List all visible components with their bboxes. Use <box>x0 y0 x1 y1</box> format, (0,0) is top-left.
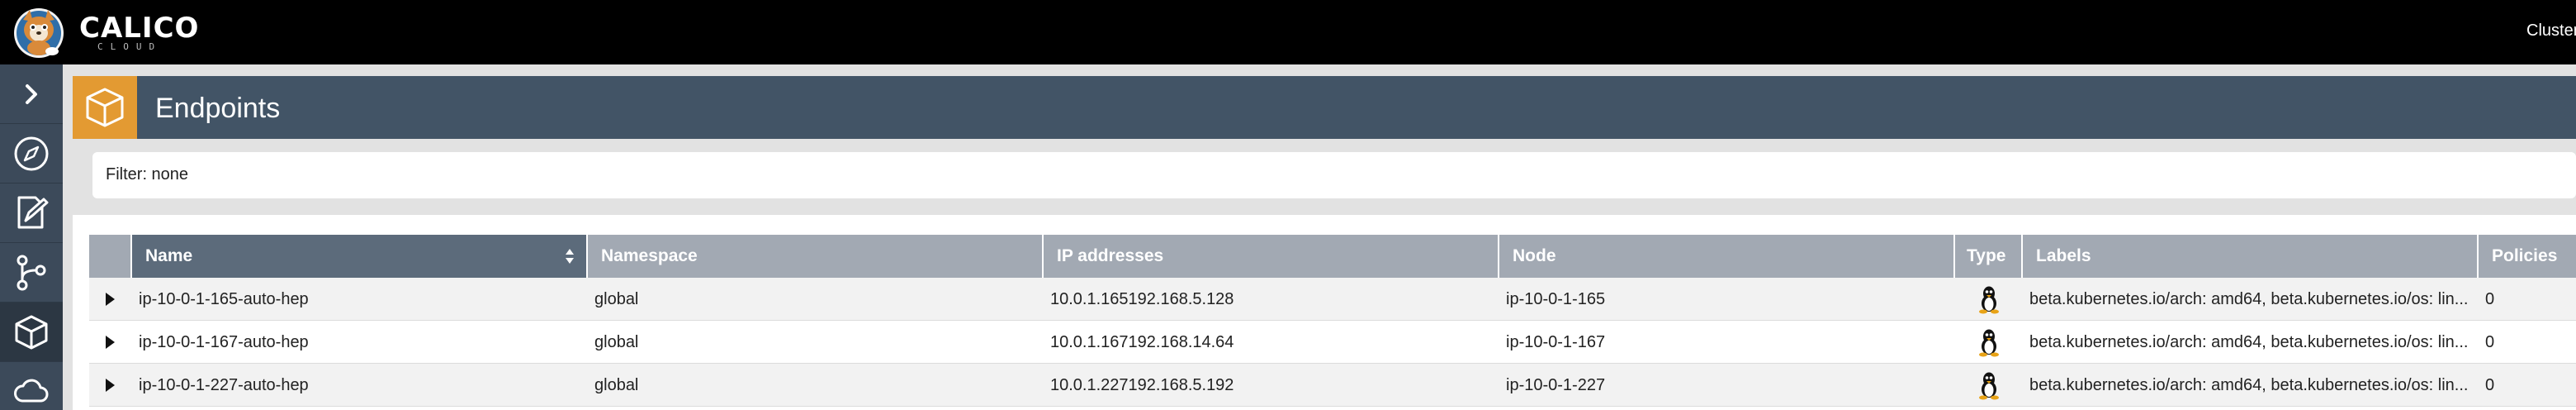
logo-subtitle: CLOUD <box>97 41 163 52</box>
cell-policies: 0 <box>2485 333 2495 351</box>
header-icon-box <box>73 76 137 139</box>
calico-cat-logo-icon <box>14 8 64 58</box>
column-header-type[interactable]: Type <box>1955 235 2023 278</box>
sidebar-item-policies[interactable] <box>0 184 63 243</box>
sidebar-item-endpoints[interactable] <box>0 303 63 362</box>
cell-ip-addresses: 10.0.1.167192.168.14.64 <box>1050 333 1234 351</box>
cell-node: ip-10-0-1-165 <box>1506 290 1606 308</box>
cell-name: ip-10-0-1-227-auto-hep <box>139 376 309 394</box>
column-header-label: Labels <box>2036 246 2091 265</box>
page-title: Endpoints <box>155 93 281 124</box>
cell-name: ip-10-0-1-165-auto-hep <box>139 290 309 308</box>
column-header-ip-addresses[interactable]: IP addresses <box>1044 235 1499 278</box>
cell-node: ip-10-0-1-167 <box>1506 333 1606 351</box>
cell-namespace: global <box>594 290 639 308</box>
logo-wordmark: CALICO <box>79 12 200 45</box>
column-header-labels[interactable]: Labels <box>2023 235 2479 278</box>
table-row[interactable]: ip-10-0-1-165-auto-hep global 10.0.1.165… <box>89 278 2576 321</box>
cell-labels: beta.kubernetes.io/arch: amd64, beta.kub… <box>2029 333 2469 351</box>
cell-ip-addresses: 10.0.1.165192.168.5.128 <box>1050 290 1234 308</box>
filter-text: Filter: none <box>106 165 189 184</box>
column-header-label: Namespace <box>601 246 698 265</box>
cube-icon <box>86 88 124 127</box>
calico-cloud-logo[interactable]: CALICO CLOUD <box>12 5 210 60</box>
cell-node: ip-10-0-1-227 <box>1506 376 1606 394</box>
chevron-right-icon <box>26 83 37 104</box>
column-header-node[interactable]: Node <box>1499 235 1955 278</box>
sidebar-item-service-graph[interactable] <box>0 243 63 303</box>
column-header-label: Policies <box>2492 246 2558 265</box>
compass-icon <box>14 136 49 170</box>
column-header-label: Type <box>1967 246 2006 265</box>
expand-row-icon[interactable] <box>106 293 115 306</box>
expand-row-icon[interactable] <box>106 336 115 349</box>
column-header-label: IP addresses <box>1057 246 1164 265</box>
expand-row-icon[interactable] <box>106 379 115 392</box>
filter-input[interactable]: Filter: none <box>92 152 2576 198</box>
expand-column-header <box>89 235 132 278</box>
edit-document-icon <box>17 196 49 228</box>
cell-policies: 0 <box>2485 376 2495 394</box>
linux-icon <box>1979 286 1999 314</box>
column-header-label: Node <box>1513 246 1556 265</box>
table-row[interactable]: ip-10-0-1-227-auto-hep global 10.0.1.227… <box>89 364 2576 407</box>
column-header-namespace[interactable]: Namespace <box>588 235 1044 278</box>
cloud-icon <box>14 379 49 402</box>
column-header-policies[interactable]: Policies <box>2479 235 2576 278</box>
graph-icon <box>17 255 46 290</box>
cluster-selector[interactable]: Cluster <box>2526 21 2576 41</box>
table-row[interactable]: ip-10-0-1-167-auto-hep global 10.0.1.167… <box>89 321 2576 364</box>
page-header: Endpoints <box>73 76 2576 139</box>
sidebar-item-dashboard[interactable] <box>0 124 63 184</box>
sidebar-item-expand[interactable] <box>0 64 63 124</box>
sidebar <box>0 64 63 410</box>
cell-policies: 0 <box>2485 290 2495 308</box>
top-bar: CALICO CLOUD Cluster <box>0 0 2576 64</box>
cell-namespace: global <box>594 333 639 351</box>
column-header-name[interactable]: Name <box>132 235 588 278</box>
cell-namespace: global <box>594 376 639 394</box>
linux-icon <box>1979 329 1999 357</box>
linux-icon <box>1979 372 1999 400</box>
cell-name: ip-10-0-1-167-auto-hep <box>139 333 309 351</box>
sort-icon <box>566 249 574 264</box>
cube-icon <box>15 315 48 349</box>
cell-labels: beta.kubernetes.io/arch: amd64, beta.kub… <box>2029 376 2469 394</box>
cell-labels: beta.kubernetes.io/arch: amd64, beta.kub… <box>2029 290 2469 308</box>
cell-ip-addresses: 10.0.1.227192.168.5.192 <box>1050 376 1234 394</box>
column-header-label: Name <box>145 246 193 265</box>
sidebar-item-managed-clusters[interactable] <box>0 362 63 410</box>
